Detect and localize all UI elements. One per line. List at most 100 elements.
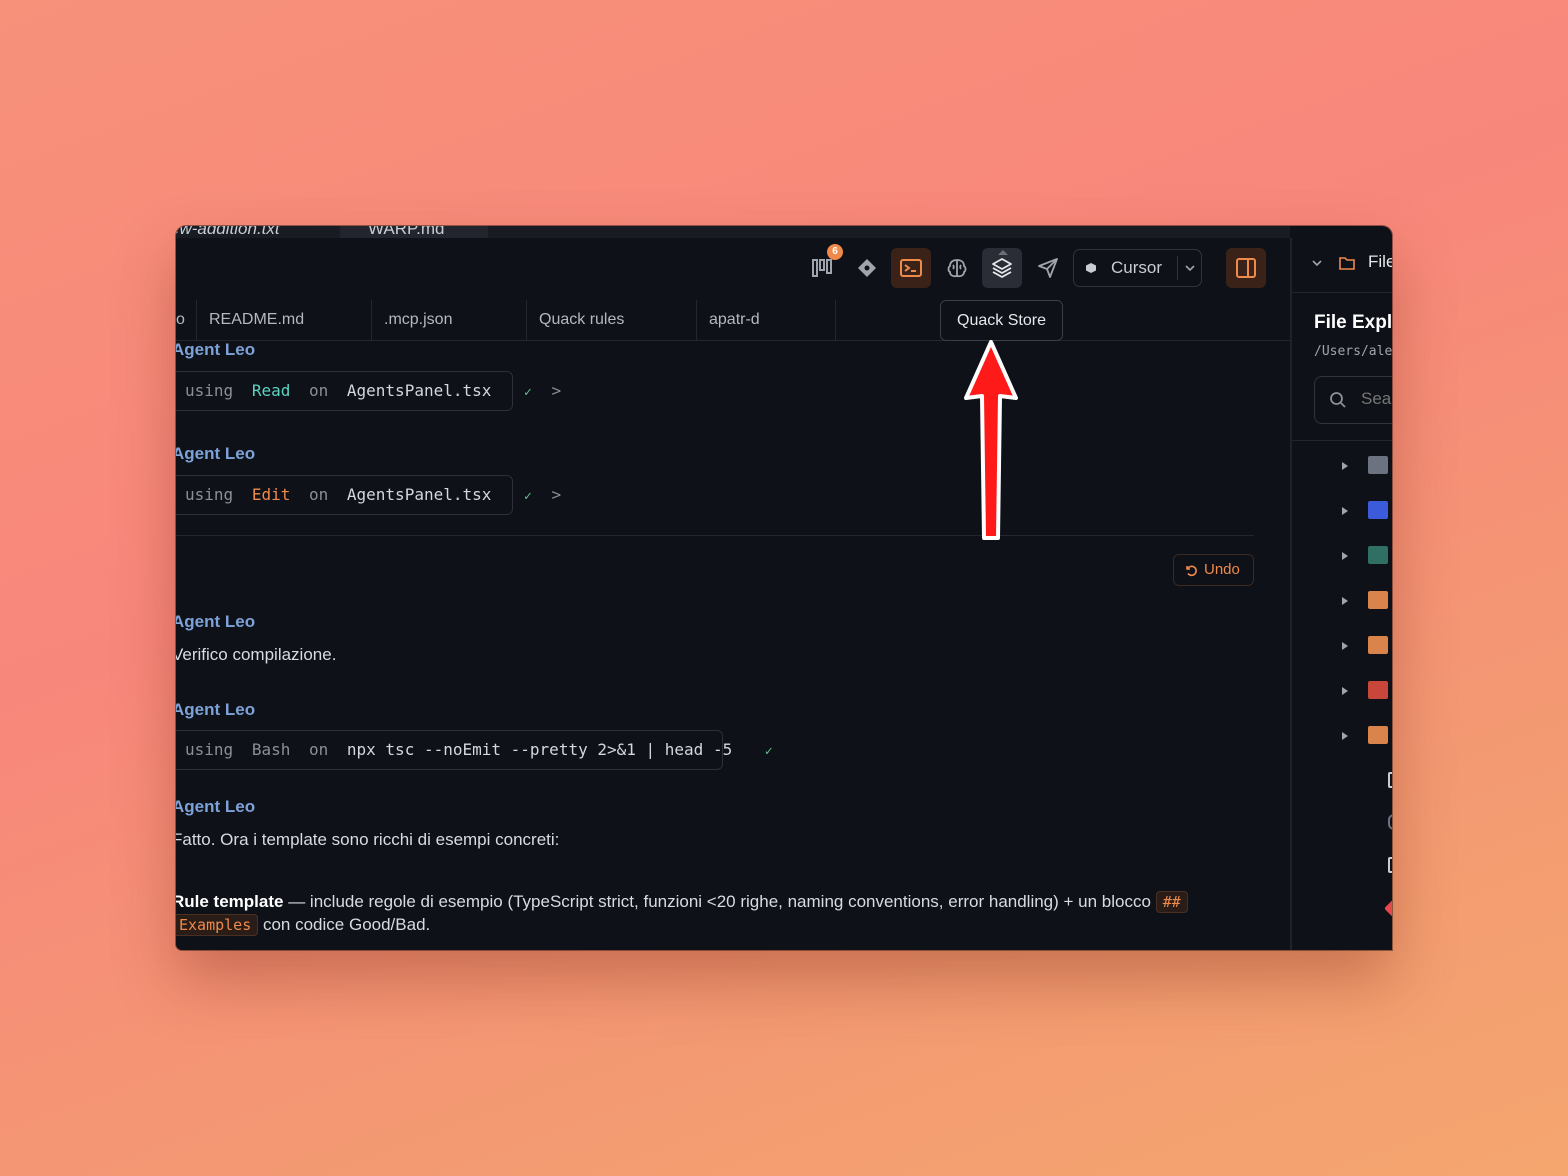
chevron-right-icon[interactable]: > (552, 381, 562, 400)
panel-divider (1292, 440, 1392, 441)
tool-target: AgentsPanel.tsx (346, 485, 492, 504)
cursor-selector[interactable]: Cursor (1073, 249, 1202, 287)
folder-icon (1368, 591, 1388, 609)
file-icon[interactable] (1388, 772, 1392, 788)
toolbar: 6 Cursor (176, 238, 1290, 300)
file-tab-strip: ew-addition.txt WARP.md (176, 226, 1290, 238)
agent-name: Agent Leo (176, 700, 256, 719)
folder-icon (1368, 636, 1388, 654)
tree-folder-row[interactable] (1292, 587, 1392, 617)
kanban-badge: 6 (827, 244, 843, 260)
rule-template-title: Rule template (176, 892, 284, 911)
chevron-down-icon[interactable] (1310, 256, 1324, 270)
agent-message: Verifico compilazione. (176, 645, 337, 664)
toggle-panel-button[interactable] (1226, 248, 1266, 288)
tool-on-label: on (308, 381, 329, 400)
tool-on-label: on (308, 485, 329, 504)
annotation-arrow-icon (964, 340, 1018, 540)
tree-folder-row[interactable] (1292, 722, 1392, 752)
folder-icon (1339, 257, 1355, 270)
diamond-button[interactable] (847, 248, 887, 288)
doc-tab-mcp-json[interactable]: .mcp.json (372, 300, 527, 340)
sidebar-toggle-icon (1236, 258, 1256, 278)
chevron-down-icon[interactable] (1183, 261, 1197, 275)
expand-arrow-icon[interactable] (1342, 462, 1348, 470)
tool-call-bash[interactable]: using Bash on npx tsc --noEmit --pretty … (176, 730, 773, 770)
search-icon (1330, 392, 1346, 408)
tool-name: Read (251, 381, 291, 400)
tool-target: AgentsPanel.tsx (346, 381, 492, 400)
agent-message: Fatto. Ora i template sono ricchi di ese… (176, 830, 560, 849)
expand-arrow-icon[interactable] (1342, 732, 1348, 740)
file-tab-new-addition[interactable]: ew-addition.txt (176, 226, 280, 238)
folder-icon (1368, 501, 1388, 519)
file-explorer-panel: Files File Explorer /Users/alex (1290, 238, 1392, 950)
cube-icon (1086, 263, 1096, 273)
git-file-icon[interactable] (1384, 897, 1392, 917)
agent-name: Agent Leo (176, 612, 256, 631)
tool-on-label: on (308, 740, 329, 759)
brain-button[interactable] (937, 248, 977, 288)
diamond-icon (858, 259, 876, 277)
agent-name: Agent Leo (176, 797, 256, 816)
tree-folder-row[interactable] (1292, 497, 1392, 527)
file-icon[interactable] (1388, 857, 1392, 873)
file-search-input[interactable] (1359, 388, 1392, 410)
selector-separator (1177, 256, 1178, 280)
chevron-right-icon[interactable]: > (552, 485, 562, 504)
tree-folder-row[interactable] (1292, 452, 1392, 482)
rule-template-tail: con codice Good/Bad. (258, 915, 431, 934)
check-icon: ✓ (524, 489, 532, 504)
folder-icon (1368, 456, 1388, 474)
inline-code: ## (1155, 891, 1188, 913)
check-icon: ✓ (764, 744, 773, 759)
cursor-label: Cursor (1111, 258, 1163, 277)
tool-call-edit[interactable]: using Edit on AgentsPanel.tsx ✓ > (176, 475, 561, 515)
tree-folder-row[interactable] (1292, 632, 1392, 662)
doc-tab-apatr-d[interactable]: apatr-d (697, 300, 836, 340)
agent-chat: Agent Leo using Read on AgentsPanel.tsx … (176, 340, 1290, 950)
undo-icon (1186, 565, 1197, 577)
doc-tab-strip: o README.md .mcp.json Quack rules apatr-… (176, 300, 1290, 341)
expand-arrow-icon[interactable] (1342, 642, 1348, 650)
tool-using-label: using (185, 740, 234, 759)
app-window: ew-addition.txt WARP.md 6 Cursor o READM… (176, 226, 1392, 950)
file-search-box[interactable] (1314, 376, 1392, 424)
rule-template-text: — include regole di esempio (TypeScript … (283, 892, 1156, 911)
section-divider (176, 535, 1254, 536)
expand-arrow-icon[interactable] (1342, 507, 1348, 515)
doc-tab-quack-rules[interactable]: Quack rules (527, 300, 697, 340)
files-header-label: Files (1368, 252, 1392, 271)
expand-arrow-icon[interactable] (1342, 687, 1348, 695)
rule-template-line-2: Examples con codice Good/Bad. (176, 914, 431, 936)
agent-name: Agent Leo (176, 444, 256, 463)
kanban-icon (812, 259, 832, 277)
terminal-button[interactable] (891, 248, 931, 288)
file-explorer-header[interactable]: Files (1292, 238, 1392, 288)
tool-name: Edit (251, 485, 291, 504)
check-icon: ✓ (524, 385, 532, 400)
tree-folder-row[interactable] (1292, 677, 1392, 707)
tool-using-label: using (185, 381, 234, 400)
tooltip-caret (998, 250, 1008, 255)
tree-folder-row[interactable] (1292, 542, 1392, 572)
tool-command: npx tsc --noEmit --pretty 2>&1 | head -5 (346, 740, 733, 759)
brain-icon (947, 259, 967, 278)
file-explorer-path: /Users/alex (1314, 344, 1392, 359)
folder-icon (1368, 726, 1388, 744)
quack-store-tooltip: Quack Store (940, 300, 1063, 341)
undo-button[interactable]: Undo (1173, 554, 1254, 586)
gear-icon[interactable] (1388, 814, 1392, 830)
doc-tab-cropped[interactable]: o (176, 300, 197, 340)
folder-icon (1368, 681, 1388, 699)
panel-divider (1292, 292, 1392, 293)
file-explorer-title: File Explorer (1314, 312, 1392, 333)
send-icon (1038, 258, 1058, 278)
tool-call-read[interactable]: using Read on AgentsPanel.tsx ✓ > (176, 371, 561, 411)
undo-label: Undo (1204, 561, 1240, 578)
doc-tab-readme[interactable]: README.md (197, 300, 372, 340)
send-button[interactable] (1028, 248, 1068, 288)
expand-arrow-icon[interactable] (1342, 597, 1348, 605)
file-tab-warp[interactable]: WARP.md (340, 226, 488, 238)
expand-arrow-icon[interactable] (1342, 552, 1348, 560)
